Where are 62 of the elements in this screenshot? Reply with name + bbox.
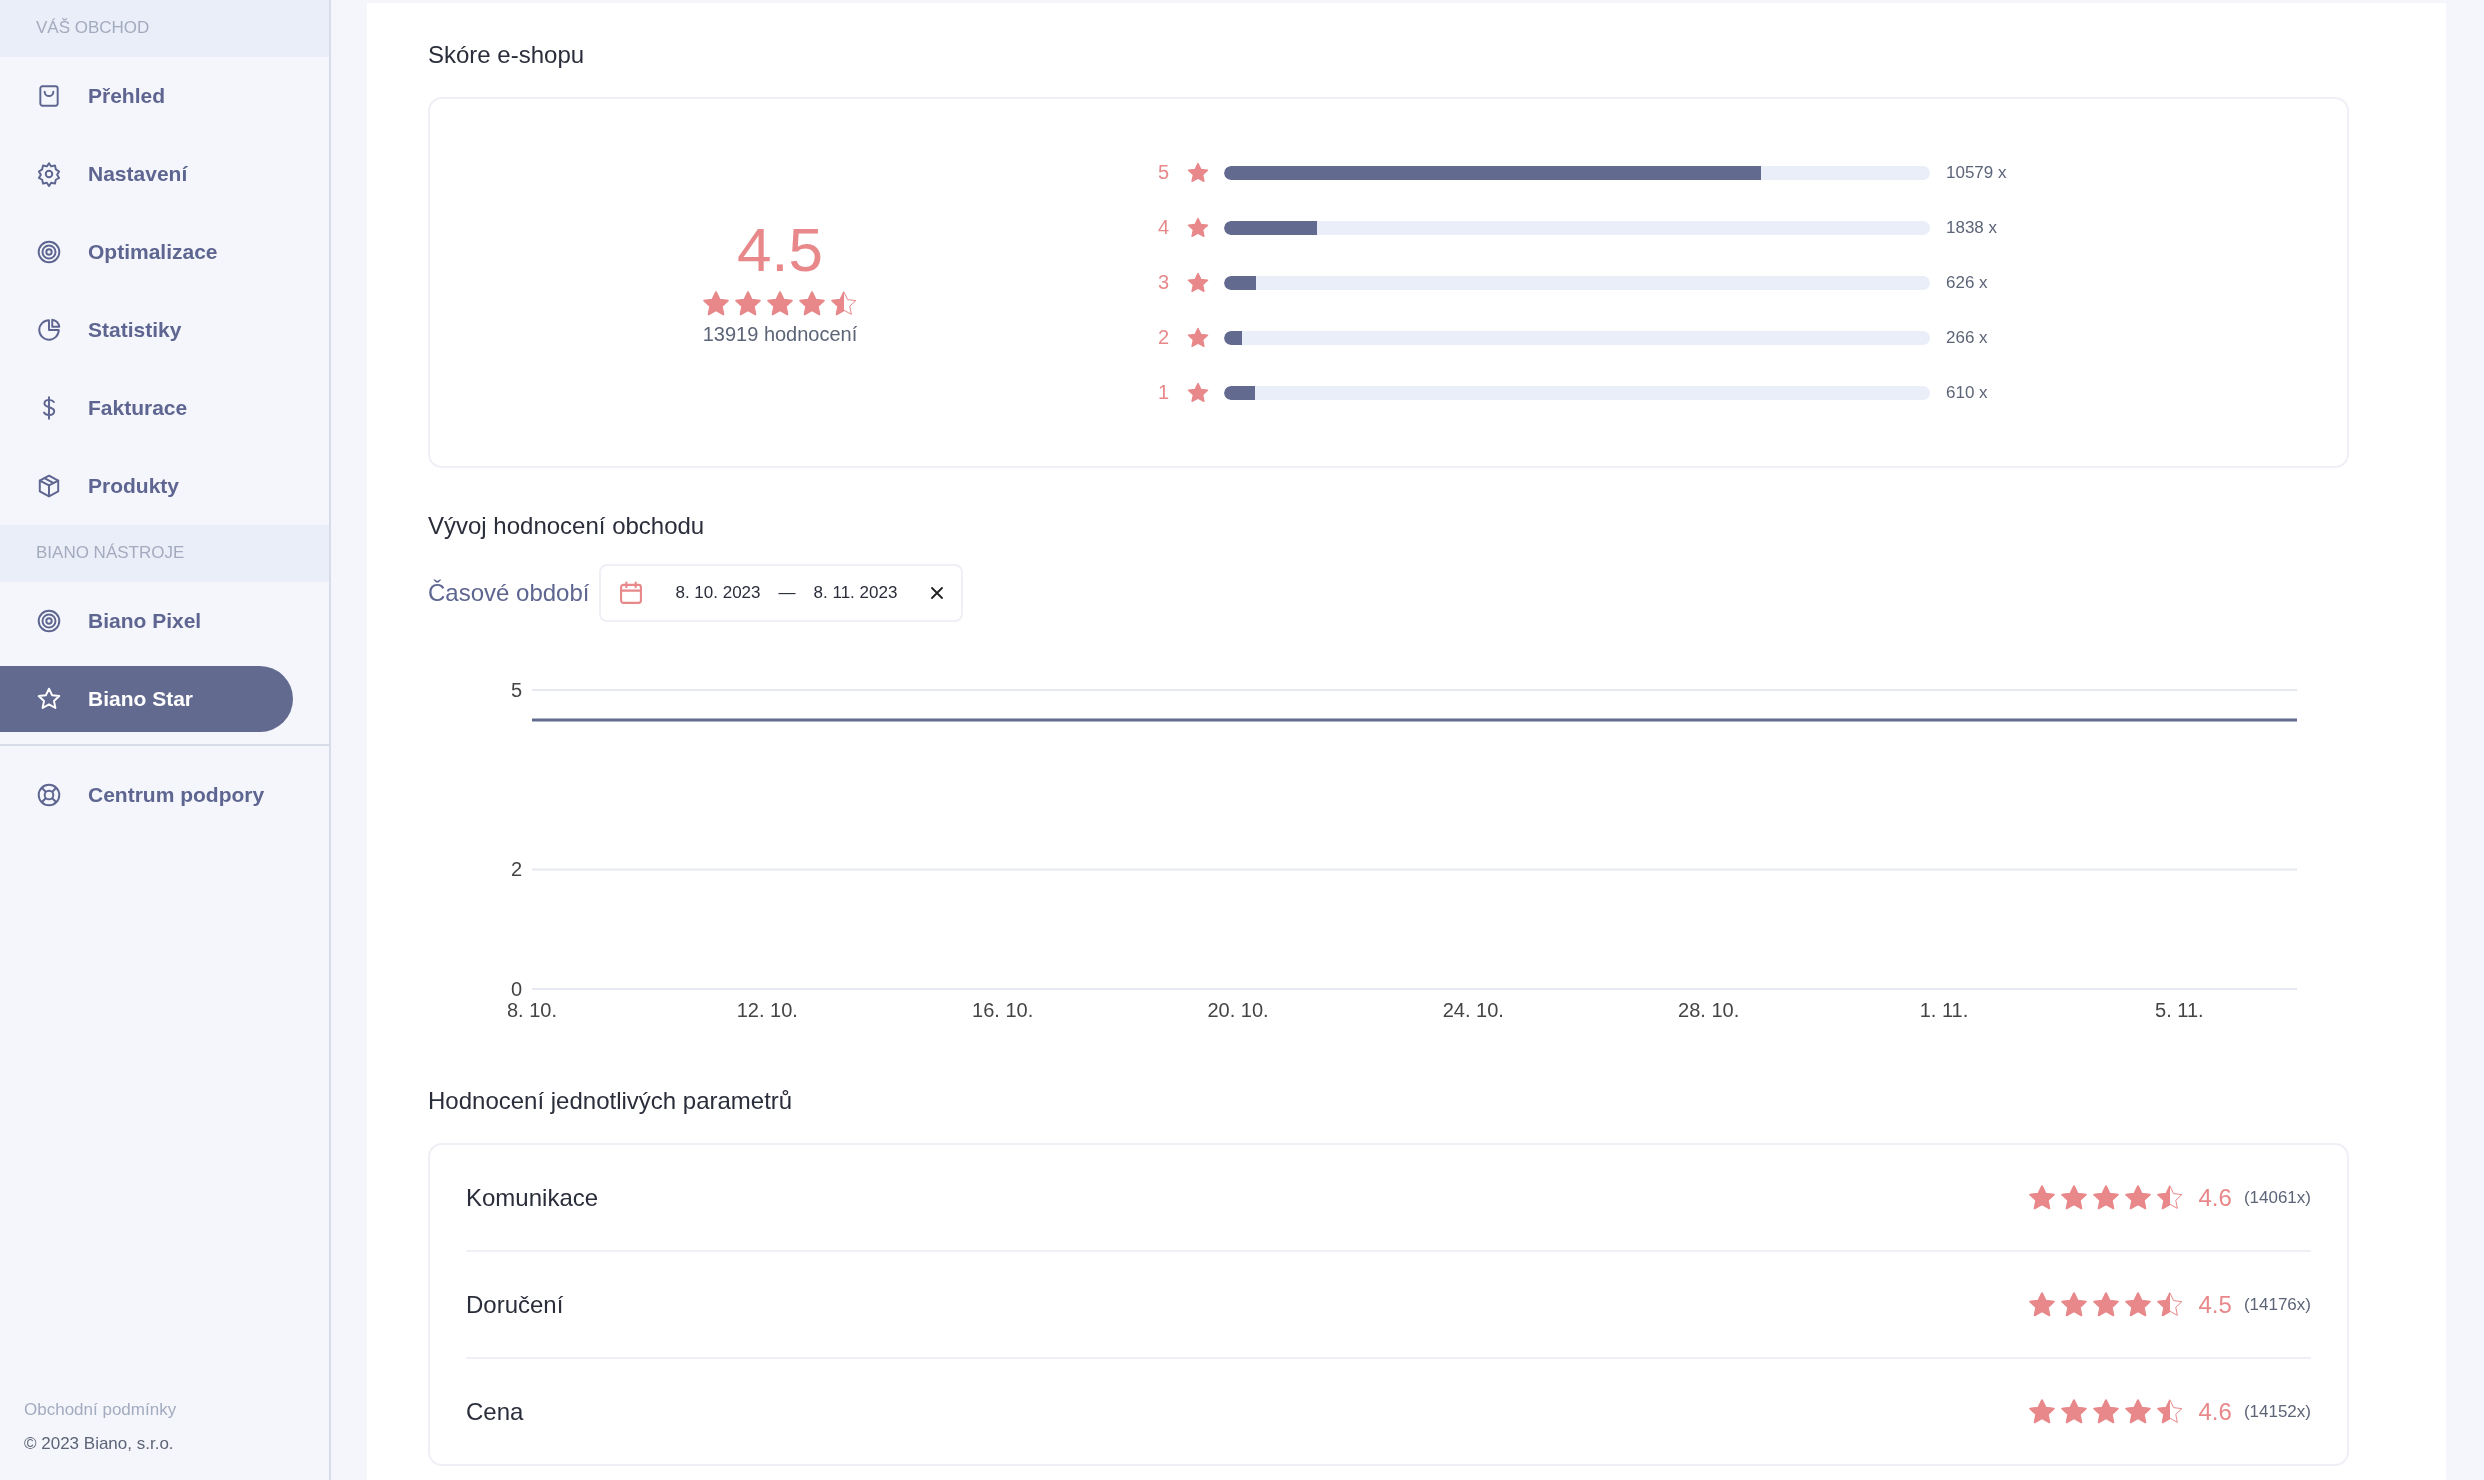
nav-item[interactable]: Optimalizace bbox=[0, 213, 293, 291]
rating-count: 266 x bbox=[1946, 327, 1988, 348]
y-axis-label: 5 bbox=[510, 679, 522, 701]
star-level-label: 2 bbox=[1158, 326, 1171, 349]
x-axis-label: 5. 11. bbox=[2155, 999, 2204, 1017]
star-icon bbox=[1186, 325, 1210, 350]
x-axis-label: 28. 10. bbox=[1678, 999, 1740, 1017]
rating-count: 626 x bbox=[1946, 272, 1988, 293]
rating-count: 1838 x bbox=[1946, 217, 1998, 238]
star-level-label: 1 bbox=[1158, 381, 1171, 404]
rating-value: 4.5 bbox=[2198, 1290, 2232, 1319]
section-title: Skóre e-shopu bbox=[428, 41, 586, 69]
parameter-name: Komunikace bbox=[466, 1183, 599, 1212]
rating-count: (14061x) bbox=[2243, 1187, 2311, 1208]
section-heading: VÁŠ OBCHOD bbox=[0, 0, 329, 57]
x-axis-label: 20. 10. bbox=[1207, 999, 1269, 1017]
star-level-label: 4 bbox=[1158, 216, 1171, 239]
star-icon bbox=[1186, 270, 1210, 295]
x-axis-label: 16. 10. bbox=[972, 999, 1034, 1017]
lifebuoy-icon bbox=[36, 782, 62, 808]
y-axis-label: 0 bbox=[510, 978, 522, 1000]
date-range-field[interactable]: 8. 10. 2023 — 8. 11. 2023 bbox=[599, 564, 964, 622]
nav-item[interactable]: Biano Star bbox=[0, 666, 293, 732]
y-axis-label: 2 bbox=[510, 858, 522, 881]
copyright-text: © 2023 Biano, s.r.o. bbox=[24, 1434, 175, 1454]
box-icon bbox=[36, 473, 62, 499]
parameter-name: Doručení bbox=[466, 1290, 564, 1319]
rating-count: (14152x) bbox=[2243, 1401, 2311, 1422]
rating-value: 4.6 bbox=[2198, 1183, 2232, 1212]
section-title: Hodnocení jednotlivých parametrů bbox=[428, 1087, 794, 1115]
star-icon bbox=[1186, 215, 1210, 240]
rating-count: 13919 hodnocení bbox=[702, 323, 858, 346]
star-level-label: 5 bbox=[1158, 161, 1171, 184]
nav-item[interactable]: Produkty bbox=[0, 447, 293, 525]
x-axis-label: 1. 11. bbox=[1919, 999, 1969, 1017]
target-icon bbox=[36, 608, 62, 634]
star-icon bbox=[1186, 160, 1210, 185]
period-label: Časové období bbox=[428, 579, 590, 607]
pie-icon bbox=[36, 317, 62, 343]
section-title: Vývoj hodnocení obchodu bbox=[428, 512, 706, 540]
rating-value: 4.6 bbox=[2198, 1397, 2232, 1426]
nav-item[interactable]: Statistiky bbox=[0, 291, 293, 369]
rating-value: 4.5 bbox=[736, 219, 824, 281]
x-axis-label: 12. 10. bbox=[736, 999, 798, 1017]
section-heading: BIANO NÁSTROJE bbox=[0, 525, 329, 582]
gear-icon bbox=[36, 161, 62, 187]
rating-count: (14176x) bbox=[2243, 1294, 2311, 1315]
x-axis-label: 8. 10. bbox=[507, 999, 557, 1017]
rating-count: 10579 x bbox=[1946, 162, 2007, 183]
parameter-name: Cena bbox=[466, 1397, 524, 1426]
star-icon bbox=[36, 686, 62, 712]
rating-count: 610 x bbox=[1946, 382, 1988, 403]
bag-icon bbox=[36, 83, 62, 109]
nav-item[interactable]: Biano Pixel bbox=[0, 582, 293, 660]
target-icon bbox=[36, 239, 62, 265]
nav-item[interactable]: Nastavení bbox=[0, 135, 293, 213]
nav-item[interactable]: Fakturace bbox=[0, 369, 293, 447]
x-axis-label: 24. 10. bbox=[1442, 999, 1504, 1017]
nav-item[interactable]: Centrum podpory bbox=[0, 756, 293, 834]
star-icon bbox=[1186, 380, 1210, 405]
star-level-label: 3 bbox=[1158, 271, 1171, 294]
nav-item[interactable]: Přehled bbox=[0, 57, 293, 135]
